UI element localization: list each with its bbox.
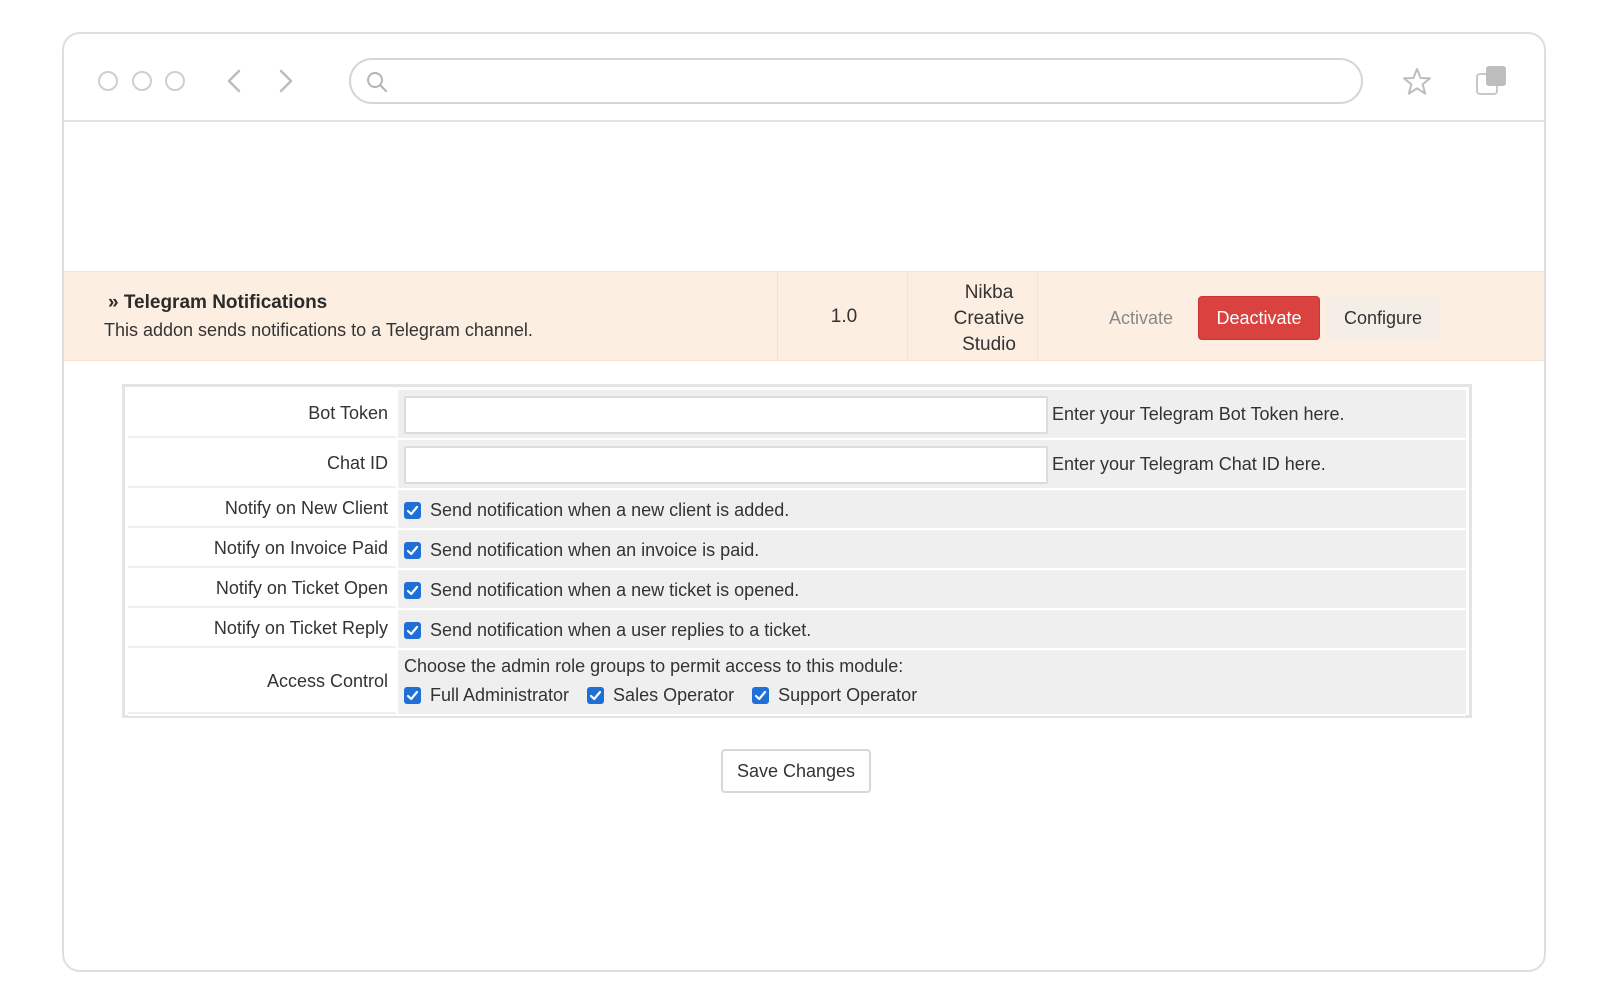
chat-id-label: Chat ID: [128, 440, 396, 488]
page-content: » Telegram Notifications This addon send…: [64, 122, 1544, 970]
setting-row-chat-id: Chat ID Enter your Telegram Chat ID here…: [128, 440, 1466, 490]
notify-ticket-reply-text: Send notification when a user replies to…: [430, 620, 812, 640]
setting-row-ticket-open: Notify on Ticket Open Send notification …: [128, 570, 1466, 610]
setting-row-new-client: Notify on New Client Send notification w…: [128, 490, 1466, 530]
notify-new-client-cell: Send notification when a new client is a…: [398, 490, 1466, 528]
setting-row-bot-token: Bot Token Enter your Telegram Bot Token …: [128, 390, 1466, 440]
notify-invoice-paid-checkbox[interactable]: [404, 542, 421, 559]
checkmark-icon: [589, 690, 602, 701]
addon-row: » Telegram Notifications This addon send…: [64, 271, 1544, 361]
notify-ticket-reply-checkbox[interactable]: [404, 622, 421, 639]
search-icon: [366, 71, 388, 93]
access-control-label: Access Control: [128, 650, 396, 714]
addon-description: This addon sends notifications to a Tele…: [104, 320, 533, 340]
notify-invoice-paid-cell: Send notification when an invoice is pai…: [398, 530, 1466, 568]
notify-ticket-reply-option: Send notification when a user replies to…: [404, 620, 811, 641]
support-operator-checkbox[interactable]: [752, 687, 770, 704]
window-maximize-dot[interactable]: [165, 71, 185, 91]
notify-invoice-paid-text: Send notification when an invoice is pai…: [430, 540, 760, 560]
notify-ticket-reply-cell: Send notification when a user replies to…: [398, 610, 1466, 648]
notify-new-client-checkbox[interactable]: [404, 502, 421, 519]
bot-token-label: Bot Token: [128, 390, 396, 438]
chat-id-hint: Enter your Telegram Chat ID here.: [1052, 454, 1326, 474]
support-operator-label: Support Operator: [778, 685, 918, 705]
tabs-icon[interactable]: [1474, 64, 1508, 98]
chat-id-field-cell: Enter your Telegram Chat ID here.: [398, 440, 1466, 488]
browser-window: » Telegram Notifications This addon send…: [62, 32, 1546, 972]
notify-ticket-open-cell: Send notification when a new ticket is o…: [398, 570, 1466, 608]
role-option-support-operator: Support Operator: [752, 685, 917, 706]
checkmark-icon: [406, 585, 419, 596]
access-control-description: Choose the admin role groups to permit a…: [404, 656, 904, 676]
star-icon[interactable]: [1401, 66, 1433, 98]
access-control-cell: Choose the admin role groups to permit a…: [398, 650, 1466, 714]
chat-id-input[interactable]: [404, 446, 1048, 484]
settings-table: Bot Token Enter your Telegram Bot Token …: [122, 384, 1472, 718]
notify-ticket-reply-label: Notify on Ticket Reply: [128, 610, 396, 648]
bot-token-input[interactable]: [404, 396, 1048, 434]
bot-token-field-cell: Enter your Telegram Bot Token here.: [398, 390, 1466, 438]
notify-invoice-paid-option: Send notification when an invoice is pai…: [404, 540, 759, 561]
window-minimize-dot[interactable]: [132, 71, 152, 91]
forward-arrow-icon[interactable]: [272, 68, 298, 94]
setting-row-ticket-reply: Notify on Ticket Reply Send notification…: [128, 610, 1466, 650]
full-administrator-label: Full Administrator: [430, 685, 570, 705]
back-arrow-icon[interactable]: [222, 68, 248, 94]
checkmark-icon: [406, 690, 419, 701]
role-option-sales-operator: Sales Operator: [587, 685, 734, 706]
column-divider: [907, 272, 908, 360]
notify-new-client-text: Send notification when a new client is a…: [430, 500, 790, 520]
setting-row-access-control: Access Control Choose the admin role gro…: [128, 650, 1466, 716]
sales-operator-checkbox[interactable]: [587, 687, 605, 704]
configure-button[interactable]: Configure: [1326, 296, 1440, 340]
notify-ticket-open-checkbox[interactable]: [404, 582, 421, 599]
window-close-dot[interactable]: [98, 71, 118, 91]
column-divider: [1037, 272, 1038, 360]
addon-title: » Telegram Notifications: [108, 292, 328, 313]
address-bar[interactable]: [349, 58, 1363, 104]
bot-token-hint: Enter your Telegram Bot Token here.: [1052, 404, 1345, 424]
notify-ticket-open-label: Notify on Ticket Open: [128, 570, 396, 608]
activate-button[interactable]: Activate: [1089, 296, 1193, 340]
full-administrator-checkbox[interactable]: [404, 687, 421, 704]
notify-ticket-open-text: Send notification when a new ticket is o…: [430, 580, 800, 600]
checkmark-icon: [406, 625, 419, 636]
browser-toolbar: [64, 34, 1544, 122]
notify-invoice-paid-label: Notify on Invoice Paid: [128, 530, 396, 568]
notify-ticket-open-option: Send notification when a new ticket is o…: [404, 580, 799, 601]
addon-version: 1.0: [830, 306, 858, 327]
access-control-options: Full Administrator Sales Operator Suppor…: [404, 685, 935, 706]
notify-new-client-label: Notify on New Client: [128, 490, 396, 528]
notify-new-client-option: Send notification when a new client is a…: [404, 500, 789, 521]
save-changes-button[interactable]: Save Changes: [721, 749, 871, 793]
checkmark-icon: [406, 545, 419, 556]
role-option-full-administrator: Full Administrator: [404, 685, 569, 706]
checkmark-icon: [406, 505, 419, 516]
checkmark-icon: [755, 690, 767, 701]
deactivate-button[interactable]: Deactivate: [1198, 296, 1320, 340]
addon-author: Nikba Creative Studio: [953, 282, 1025, 355]
setting-row-invoice-paid: Notify on Invoice Paid Send notification…: [128, 530, 1466, 570]
sales-operator-label: Sales Operator: [613, 685, 735, 705]
column-divider: [777, 272, 778, 360]
